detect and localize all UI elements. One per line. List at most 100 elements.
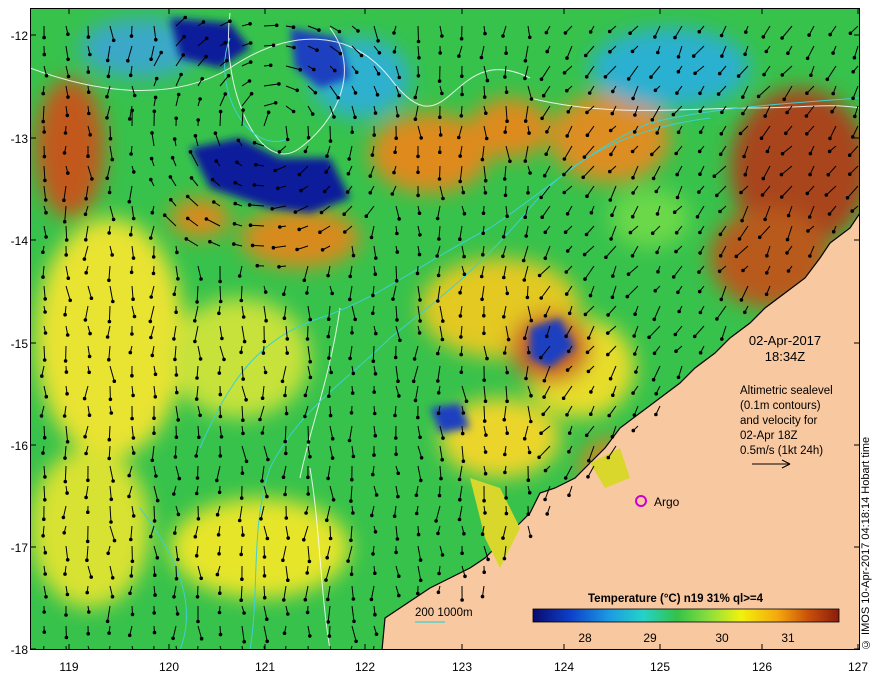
velocity-arrow-head: [330, 436, 335, 441]
velocity-arrow-head: [239, 598, 243, 603]
velocity-arrow-head: [459, 352, 464, 357]
velocity-arrow-head: [398, 338, 402, 343]
velocity-arrow-head: [505, 431, 510, 436]
velocity-arrow-head: [154, 76, 159, 81]
velocity-arrow-head: [435, 254, 440, 258]
velocity-arrow-head: [149, 177, 153, 182]
velocity-arrow-head: [63, 359, 68, 363]
velocity-arrow-head: [43, 498, 47, 502]
velocity-arrow-head: [44, 595, 48, 599]
velocity-arrow-head: [305, 291, 309, 295]
velocity-arrow-head: [610, 295, 615, 300]
velocity-arrow-head: [65, 558, 70, 562]
velocity-arrow-head: [464, 399, 469, 404]
velocity-arrow-head: [263, 370, 268, 375]
velocity-arrow-head: [265, 536, 270, 541]
velocity-arrow-head: [250, 243, 255, 248]
velocity-arrow-head: [416, 39, 421, 44]
velocity-arrow-head: [562, 172, 566, 177]
velocity-arrow-head: [436, 379, 440, 383]
velocity-arrow-head: [633, 113, 637, 117]
velocity-arrow-head: [544, 152, 549, 156]
velocity-arrow-head: [653, 88, 658, 93]
velocity-arrow-head: [65, 392, 69, 396]
velocity-arrow-head: [416, 591, 420, 596]
velocity-arrow-head: [371, 472, 375, 477]
velocity-arrow-head: [523, 336, 527, 341]
velocity-arrow-head: [201, 20, 206, 24]
velocity-arrow-head: [65, 440, 70, 444]
velocity-arrow-head: [717, 71, 722, 76]
velocity-arrow-head: [583, 277, 587, 281]
velocity-arrow-head: [482, 331, 486, 336]
velocity-arrow-head: [762, 72, 766, 77]
velocity-arrow-head: [505, 291, 510, 296]
velocity-arrow-head: [650, 118, 655, 122]
velocity-arrow-head: [526, 512, 531, 517]
velocity-arrow-head: [651, 377, 656, 382]
velocity-arrow-head: [850, 209, 855, 213]
velocity-arrow-head: [175, 390, 179, 395]
velocity-arrow-head: [111, 217, 116, 222]
velocity-arrow-head: [218, 392, 223, 397]
velocity-arrow-head: [393, 413, 397, 418]
velocity-arrow-head: [675, 91, 679, 95]
velocity-arrow-head: [562, 157, 567, 161]
velocity-arrow-head: [698, 350, 703, 355]
velocity-arrow-head: [326, 620, 331, 624]
sst-map-canvas: Argo 02-Apr-2017 18:34Z Altimetric seale…: [29, 8, 870, 664]
velocity-arrow-head: [373, 111, 378, 115]
velocity-arrow-head: [715, 193, 719, 198]
velocity-arrow-head: [482, 95, 487, 99]
argo-label: Argo: [654, 495, 680, 509]
velocity-arrow: [153, 505, 156, 521]
velocity-arrow-head: [631, 175, 635, 180]
velocity-arrow-head: [606, 352, 610, 357]
velocity-arrow-head: [223, 41, 228, 45]
velocity-arrow-head: [417, 211, 422, 215]
velocity-arrow-head: [418, 319, 422, 323]
velocity-arrow-head: [226, 73, 231, 78]
velocity-arrow-head: [149, 156, 154, 161]
velocity-arrow-head: [528, 35, 532, 40]
velocity-arrow-head: [441, 196, 445, 201]
velocity-arrow-head: [565, 368, 570, 372]
velocity-arrow-head: [586, 475, 590, 479]
velocity-arrow-head: [150, 458, 155, 463]
velocity-arrow-head: [485, 78, 490, 83]
velocity-arrow-head: [392, 50, 397, 54]
velocity-arrow-head: [330, 456, 335, 460]
y-tick: -13: [10, 132, 28, 146]
velocity-arrow-head: [65, 113, 70, 118]
sst-map: Argo 02-Apr-2017 18:34Z Altimetric seale…: [29, 8, 870, 664]
velocity-arrow-head: [437, 493, 442, 498]
velocity-arrow-head: [719, 33, 724, 38]
velocity-arrow-head: [369, 235, 374, 240]
velocity-arrow-head: [109, 411, 114, 415]
velocity-arrow-head: [543, 256, 548, 260]
velocity-arrow-head: [84, 196, 88, 201]
velocity-arrow-head: [43, 475, 47, 479]
y-tick: -15: [10, 337, 28, 351]
velocity-arrow-head: [193, 339, 197, 344]
velocity-arrow-head: [377, 51, 382, 55]
velocity-arrow-head: [482, 570, 487, 575]
velocity-arrow-head: [41, 451, 45, 455]
velocity-arrow-head: [331, 498, 336, 502]
velocity-arrow-head: [438, 51, 443, 55]
velocity-arrow-head: [698, 91, 702, 96]
velocity-arrow-head: [42, 435, 47, 440]
velocity-arrow-head: [63, 131, 68, 135]
velocity-arrow-head: [458, 179, 463, 184]
velocity-arrow-head: [239, 552, 243, 557]
velocity-arrow-head: [540, 215, 545, 219]
velocity-arrow-head: [413, 398, 418, 403]
velocity-arrow-head: [204, 36, 209, 41]
velocity-arrow-head: [356, 29, 360, 33]
velocity-arrow-head: [461, 190, 466, 195]
velocity-arrow-head: [373, 433, 378, 438]
velocity-arrow-head: [651, 176, 656, 181]
velocity-arrow-head: [391, 297, 395, 301]
velocity-arrow-head: [585, 110, 589, 115]
velocity-arrow-head: [539, 195, 543, 200]
